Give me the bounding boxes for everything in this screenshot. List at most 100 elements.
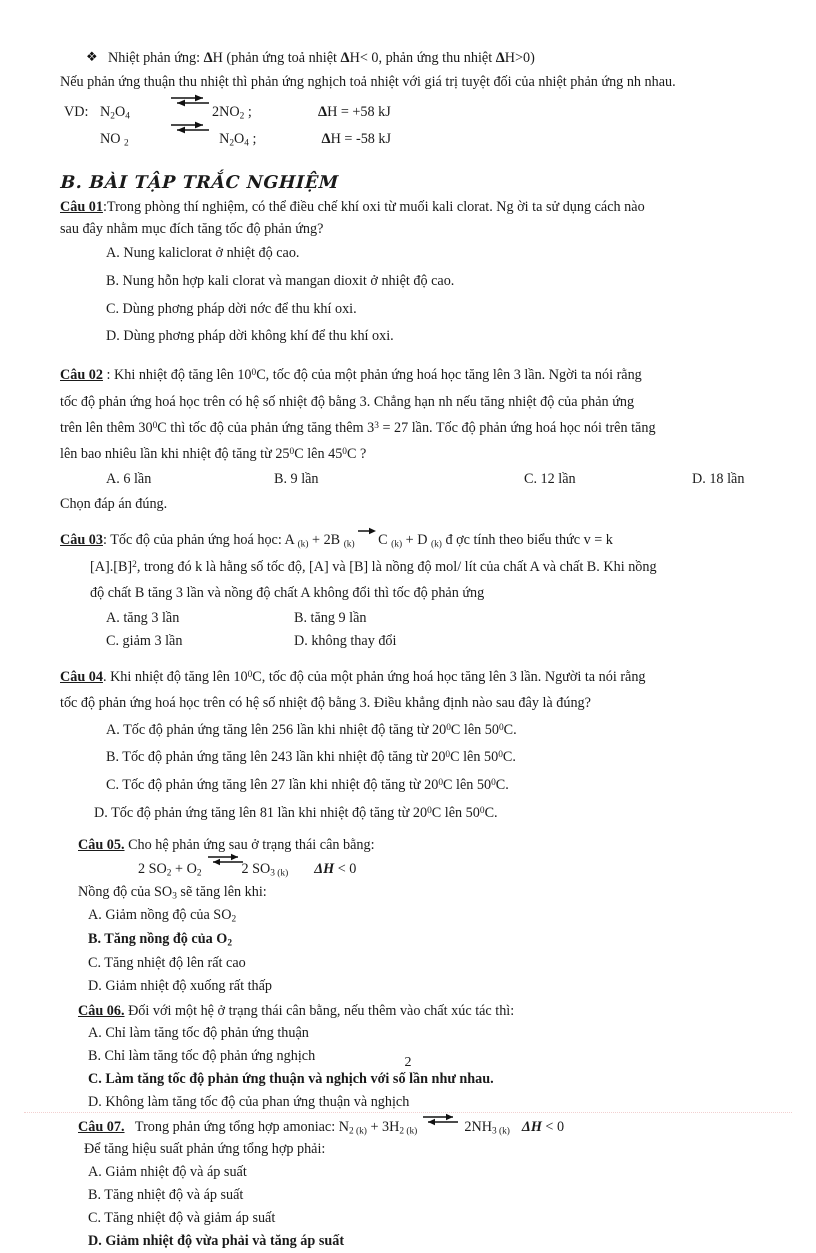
question-07-option-d[interactable]: D. Giảm nhiệt độ vừa phải và tăng áp suấ…: [88, 1230, 760, 1253]
question-03-line1-e: đ ợc tính theo biểu thức: [441, 532, 584, 549]
question-05-option-c[interactable]: C. Tăng nhiệt độ lên rất cao: [88, 952, 760, 975]
question-05-label: Câu 05.: [78, 837, 125, 854]
decorative-diamond-bullet-icon: ❖: [86, 49, 98, 64]
question-04-option-a[interactable]: A. Tốc độ phản ứng tăng lên 256 lần khi …: [106, 717, 760, 745]
equilibrium-arrow-icon-q07: [417, 1113, 459, 1131]
question-07-eq-products: 2NH3 (k): [457, 1119, 510, 1137]
question-04-option-d-post: C.: [484, 804, 498, 821]
question-05-subline: Nồng độ của SO3 sẽ tăng lên khi:: [78, 882, 760, 904]
question-05-option-b-text: B. Tăng nồng độ của O2: [88, 930, 232, 949]
question-04-option-c-mid: C lên 50: [443, 777, 492, 794]
intro-bullet-text: Nhiệt phản ứng: ΔH (phản ứng toả nhiệt Δ…: [108, 48, 535, 70]
question-02-option-d[interactable]: D. 18 lần: [692, 468, 744, 491]
question-01-label: Câu 01: [60, 199, 103, 216]
equation-1-reactant: N2O4: [100, 104, 130, 122]
question-03-option-c[interactable]: C. giảm 3 lần: [106, 630, 294, 653]
example-equations-block: VD: N2O4 2NO2 ; ΔH = +58 kJ NO 2 N2O4 ; …: [64, 94, 760, 153]
question-06-label: Câu 06.: [78, 1002, 125, 1019]
equation-2-reactant: NO 2: [100, 131, 129, 149]
question-02-note: Chọn đáp án đúng.: [60, 496, 168, 513]
question-07-option-c[interactable]: C. Tăng nhiệt độ và giảm áp suất: [88, 1207, 760, 1230]
question-05-eq-reactants: 2 SO2 + O2: [138, 861, 202, 879]
question-06-option-a[interactable]: A. Chỉ làm tăng tốc độ phản ứng thuận: [88, 1022, 760, 1045]
question-04-option-b-pre: B. Tốc độ phản ứng tăng lên 243 lần khi …: [106, 749, 446, 766]
question-02-line4-b: C lên 45: [294, 446, 343, 463]
question-02-line3-a: trên lên thêm 30: [60, 419, 153, 436]
question-03-line2: [A].[B]2, trong đó k là hằng số tốc độ, …: [90, 554, 760, 580]
question-07-option-b[interactable]: B. Tăng nhiệt độ và áp suất: [88, 1184, 760, 1207]
question-07-eq-enthalpy: ΔH < 0: [510, 1117, 564, 1139]
delta-symbol-eq1: Δ: [318, 104, 328, 121]
equilibrium-arrow-icon-q05: [202, 853, 243, 871]
question-02-line4: lên bao nhiêu lần khi nhiệt độ tăng từ 2…: [60, 441, 760, 467]
section-heading: B. BÀI TẬP TRẮC NGHIỆM: [60, 173, 340, 194]
delta-symbol-2: Δ: [340, 50, 350, 66]
question-03-line1-d: + D: [402, 532, 431, 549]
document-page: ❖ Nhiệt phản ứng: ΔH (phản ứng toả nhiệt…: [0, 0, 816, 1249]
question-06-option-c[interactable]: C. Làm tăng tốc độ phản ứng thuận và ngh…: [88, 1068, 760, 1091]
question-03-state-k4: (k): [430, 539, 442, 550]
question-05-option-d[interactable]: D. Giảm nhiệt độ xuống rất thấp: [88, 975, 760, 998]
page-content: ❖ Nhiệt phản ứng: ΔH (phản ứng toả nhiệt…: [60, 48, 760, 1253]
question-02-option-c[interactable]: C. 12 lần: [524, 468, 692, 491]
equation-2-enthalpy: ΔH = -58 kJ: [304, 126, 392, 153]
question-04-option-b-mid: C lên 50: [450, 749, 499, 766]
question-03-line1-b: + 2B: [308, 532, 344, 549]
reaction-arrow-icon: [355, 527, 376, 544]
question-03-state-k3: (k): [391, 539, 403, 550]
question-block-07: Câu 07. Trong phản ứng tổng hợp amoniac:…: [60, 1113, 760, 1253]
example-label: VD:: [64, 104, 89, 121]
question-03-option-a[interactable]: A. tăng 3 lần: [106, 607, 294, 630]
intro-paragraph: Nếu phản ứng thuận thu nhiệt thì phản ứn…: [60, 73, 676, 90]
question-02-line2: tốc độ phản ứng hoá học trên có hệ số nh…: [60, 393, 635, 410]
question-03-line2-a: [A].[B]: [90, 559, 133, 576]
equation-1-enthalpy: ΔH = +58 kJ: [304, 99, 391, 126]
question-01-option-b[interactable]: B. Nung hỗn hợp kali clorat và mangan di…: [106, 268, 760, 296]
delta-h-symbol-q07: ΔH: [521, 1119, 542, 1136]
question-07-label: Câu 07.: [78, 1119, 125, 1136]
question-01-option-c[interactable]: C. Dùng phơng pháp dời nớc để thu khí ox…: [106, 296, 760, 324]
intro-bullet-mid2: H< 0, phản ứng thu nhiệt: [349, 50, 496, 66]
question-02-option-b[interactable]: B. 9 lần: [274, 468, 524, 491]
intro-bullet-mid1: H (phản ứng toả nhiệt: [212, 50, 341, 66]
question-04-option-c[interactable]: C. Tốc độ phản ứng tăng lên 27 lần khi n…: [106, 772, 760, 800]
question-05-eq-products: 2 SO3 (k): [241, 861, 289, 879]
page-number: 2: [404, 1055, 412, 1070]
intro-bullet-end: H>0): [504, 50, 535, 66]
equilibrium-arrow-icon-1: [166, 94, 212, 113]
question-05-eq-enthalpy-value: < 0: [334, 861, 357, 878]
question-block-03: Câu 03: Tốc độ của phản ứng hoá học: A (…: [60, 527, 760, 653]
equation-1-product: 2NO2 ;: [212, 104, 252, 122]
question-03-state-k2: (k): [343, 539, 355, 550]
question-01-stem-line2: sau đây nhằm mục đích tăng tốc độ phản ứ…: [60, 220, 324, 237]
question-02-option-a[interactable]: A. 6 lần: [106, 468, 274, 491]
question-05-option-b[interactable]: B. Tăng nồng độ của O2: [88, 928, 760, 952]
question-02-line3-c: = 27 lần. Tốc độ phản ứng hoá học nói tr…: [378, 419, 656, 436]
question-04-label: Câu 04: [60, 668, 103, 685]
question-04-option-b[interactable]: B. Tốc độ phản ứng tăng lên 243 lần khi …: [106, 744, 760, 772]
question-04-option-c-post: C.: [495, 777, 509, 794]
question-07-eq-enthalpy-value: < 0: [541, 1119, 565, 1136]
question-04-option-b-post: C.: [502, 749, 516, 766]
question-04-option-d-pre: D. Tốc độ phản ứng tăng lên 81 lần khi n…: [94, 804, 428, 821]
question-05-subline-a: Nồng độ của SO: [78, 884, 173, 901]
question-03-line1-f: = k: [590, 532, 613, 549]
question-block-04: Câu 04. Khi nhiệt độ tăng lên 100C, tốc …: [60, 664, 760, 828]
question-05-option-a[interactable]: A. Giảm nồng độ của SO2: [88, 904, 760, 928]
equation-2-product: N2O4 ;: [212, 131, 257, 149]
question-07-stem: Câu 07. Trong phản ứng tổng hợp amoniac:…: [78, 1113, 760, 1139]
question-04-option-d[interactable]: D. Tốc độ phản ứng tăng lên 81 lần khi n…: [94, 800, 760, 828]
question-06-stem: Câu 06. Đối với một hệ ở trạng thái cân …: [78, 1001, 760, 1023]
question-block-01: Câu 01:Trong phòng thí nghiệm, có thể đi…: [60, 197, 760, 351]
question-04-option-d-mid: C lên 50: [431, 804, 480, 821]
question-03-label: Câu 03: [60, 532, 103, 549]
question-02-line1-a: : Khi nhiệt độ tăng lên 10: [102, 367, 252, 384]
question-05-eq-enthalpy: ΔH < 0: [288, 857, 356, 882]
delta-h-symbol-q05: ΔH: [314, 861, 335, 878]
question-04-option-c-pre: C. Tốc độ phản ứng tăng lên 27 lần khi n…: [106, 777, 439, 794]
question-01-option-a[interactable]: A. Nung kaliclorat ở nhiệt độ cao.: [106, 240, 760, 268]
question-01-option-d[interactable]: D. Dùng phơng pháp dời không khí để thu …: [106, 323, 760, 351]
question-03-option-b[interactable]: B. tăng 9 lần: [294, 607, 367, 630]
question-03-option-d[interactable]: D. không thay đổi: [294, 630, 396, 653]
question-04-line1-a: . Khi nhiệt độ tăng lên 10: [102, 668, 248, 685]
